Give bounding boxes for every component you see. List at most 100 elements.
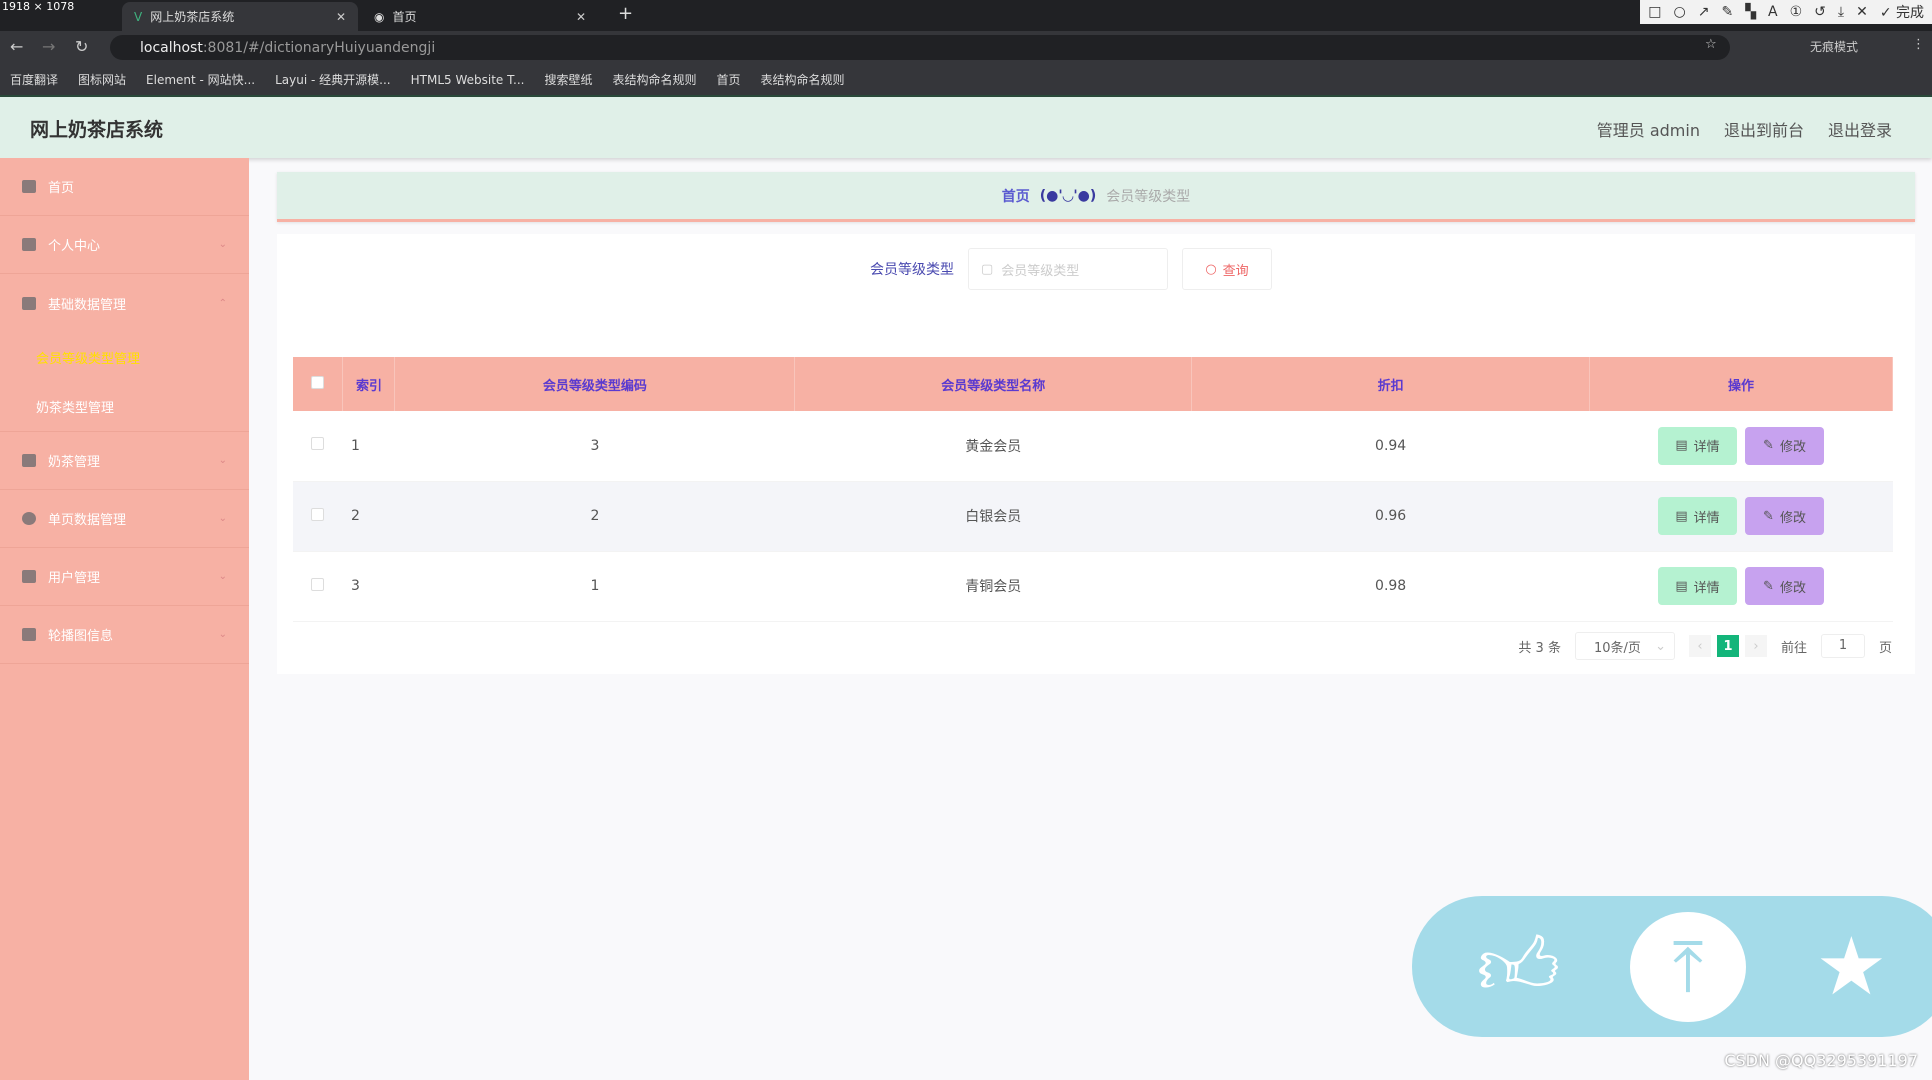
sidebar: 首页 个人中心 ⌄ 基础数据管理 ⌃ 会员等级类型管理 奶茶类型管理 奶茶管理 ⌄ 单… [0,158,249,1080]
tab-home[interactable]: ◉ 首页 ✕ [362,2,598,31]
size-badge: 1918 × 1078 [2,0,75,13]
goto-page-input[interactable]: 1 [1820,634,1865,658]
data-table: 索引 会员等级类型编码 会员等级类型名称 折扣 操作 1 3 黄金会员 0.94… [293,357,1893,622]
row-checkbox[interactable] [311,437,325,451]
search-form: 会员等级类型 ▢ 会员等级类型 ○ 查询 [870,248,1272,290]
url-path: :8081/#/dictionaryHuiyuandengji [202,39,436,56]
url-host: localhost [140,39,203,56]
next-page-button[interactable]: › [1744,635,1767,657]
done-button[interactable]: ✓ 完成 [1880,2,1924,22]
search-input[interactable]: ▢ 会员等级类型 [968,248,1168,290]
cell-code: 1 [394,551,795,622]
select-all-checkbox[interactable] [311,375,325,389]
text-tool-icon[interactable]: A [1768,4,1778,20]
download-icon[interactable]: ⤓ [1838,4,1844,20]
star-icon[interactable]: ★ [1815,926,1887,1007]
new-tab-button[interactable]: + [618,3,633,24]
forward-icon[interactable]: → [42,37,55,56]
close-tab-icon[interactable]: ✕ [336,10,346,24]
menu-label: 用户管理 [48,571,101,586]
table-row: 3 1 青铜会员 0.98 ▤ 详情 ✎ 修改 [293,551,1893,622]
sidebar-item-single-page[interactable]: 单页数据管理 ⌄ [0,490,249,548]
box-icon [22,454,36,467]
to-front-link[interactable]: 退出到前台 [1724,117,1804,141]
header-code[interactable]: 会员等级类型编码 [394,357,796,411]
watermark: CSDN @QQ3295391197 [1724,1051,1918,1070]
logout-link[interactable]: 退出登录 [1828,117,1892,141]
breadcrumb-home[interactable]: 首页 [1002,186,1030,206]
reload-icon[interactable]: ↻ [75,37,88,56]
document-icon: ▤ [1675,438,1688,454]
document-icon: ▤ [1675,508,1688,524]
mosaic-tool-icon[interactable]: ▚ [1745,4,1756,20]
header-name[interactable]: 会员等级类型名称 [794,357,1193,411]
search-button[interactable]: ○ 查询 [1182,248,1272,290]
bookmark[interactable]: HTML5 Website T... [411,73,525,87]
header-discount[interactable]: 折扣 [1191,357,1591,411]
rect-tool-icon[interactable]: □ [1648,4,1661,20]
circle-tool-icon[interactable]: ○ [1674,4,1686,20]
bookmark[interactable]: 图标网站 [78,71,126,88]
bookmark[interactable]: 百度翻译 [10,71,58,88]
edit-button[interactable]: ✎ 修改 [1745,426,1825,465]
detail-button[interactable]: ▤ 详情 [1658,567,1738,605]
bookmark[interactable]: Element - 网站快... [146,71,255,88]
undo-icon[interactable]: ↺ [1814,4,1826,20]
mail-icon [22,296,36,310]
back-to-top-icon[interactable]: ⤒ [1629,911,1746,1022]
globe-icon: ◉ [374,9,385,24]
bookmark[interactable]: 表结构命名规则 [761,71,845,88]
edit-label: 修改 [1779,440,1806,456]
chevron-down-icon: ⌄ [218,513,227,524]
thumbs-up-icon[interactable]: 👍︎ [1477,926,1561,1007]
row-checkbox[interactable] [311,577,325,591]
edit-icon: ✎ [1763,508,1774,524]
edit-button[interactable]: ✎ 修改 [1745,567,1825,605]
sidebar-item-personal[interactable]: 个人中心 ⌄ [0,216,249,274]
arrow-tool-icon[interactable]: ↗ [1698,4,1710,20]
page-size-value: 10条/页 [1593,640,1641,656]
close-tab-icon[interactable]: ✕ [576,10,586,24]
row-checkbox[interactable] [311,507,325,521]
bookmark[interactable]: Layui - 经典开源模... [275,71,390,88]
page-number[interactable]: 1 [1716,635,1739,657]
done-label: 完成 [1896,5,1924,21]
detail-button[interactable]: ▤ 详情 [1658,426,1738,465]
sidebar-item-basic-data[interactable]: 基础数据管理 ⌃ [0,274,249,332]
number-tool-icon[interactable]: ① [1790,4,1803,20]
table-row: 2 2 白银会员 0.96 ▤ 详情 ✎ 修改 [293,481,1893,552]
close-icon[interactable]: ✕ [1856,4,1868,20]
url-field[interactable]: localhost:8081/#/dictionaryHuiyuandengji [110,35,1730,60]
prev-page-button[interactable]: ‹ [1688,635,1711,657]
detail-button[interactable]: ▤ 详情 [1658,497,1738,535]
sidebar-item-home[interactable]: 首页 [0,158,249,216]
edit-icon: ✎ [1763,578,1774,594]
search-placeholder: 会员等级类型 [1001,263,1080,279]
menu-icon[interactable]: ⋮ [1912,37,1925,52]
back-icon[interactable]: ← [10,37,23,56]
bookmark[interactable]: 搜索壁纸 [544,71,592,88]
sidebar-item-users[interactable]: 用户管理 ⌄ [0,548,249,606]
sidebar-subitem-member-level[interactable]: 会员等级类型管理 [0,332,249,382]
cell-discount: 0.96 [1191,481,1590,552]
detail-label: 详情 [1693,510,1720,526]
chevron-down-icon: ⌄ [218,239,227,250]
chevron-down-icon: ⌄ [1655,638,1666,654]
star-icon[interactable]: ☆ [1705,37,1717,52]
bookmark[interactable]: 首页 [716,71,740,88]
bookmark[interactable]: 表结构命名规则 [612,71,696,88]
sidebar-item-carousel[interactable]: 轮播图信息 ⌄ [0,606,249,664]
sidebar-item-tea[interactable]: 奶茶管理 ⌄ [0,432,249,490]
search-button-label: 查询 [1222,263,1249,279]
incognito-label[interactable]: 无痕模式 [1810,38,1858,55]
goto-suffix: 页 [1878,640,1892,656]
page-size-select[interactable]: 10条/页 ⌄ [1574,632,1675,660]
sidebar-subitem-tea-type[interactable]: 奶茶类型管理 [0,382,249,432]
tab-app[interactable]: V 网上奶茶店系统 ✕ [122,2,358,31]
edit-button[interactable]: ✎ 修改 [1745,497,1825,535]
cell-code: 2 [394,481,795,552]
chevron-up-icon: ⌃ [218,297,227,309]
cell-name: 青铜会员 [794,551,1192,622]
pen-tool-icon[interactable]: ✎ [1721,4,1733,20]
address-bar-row: ← → ↻ localhost:8081/#/dictionaryHuiyuan… [0,31,1932,64]
